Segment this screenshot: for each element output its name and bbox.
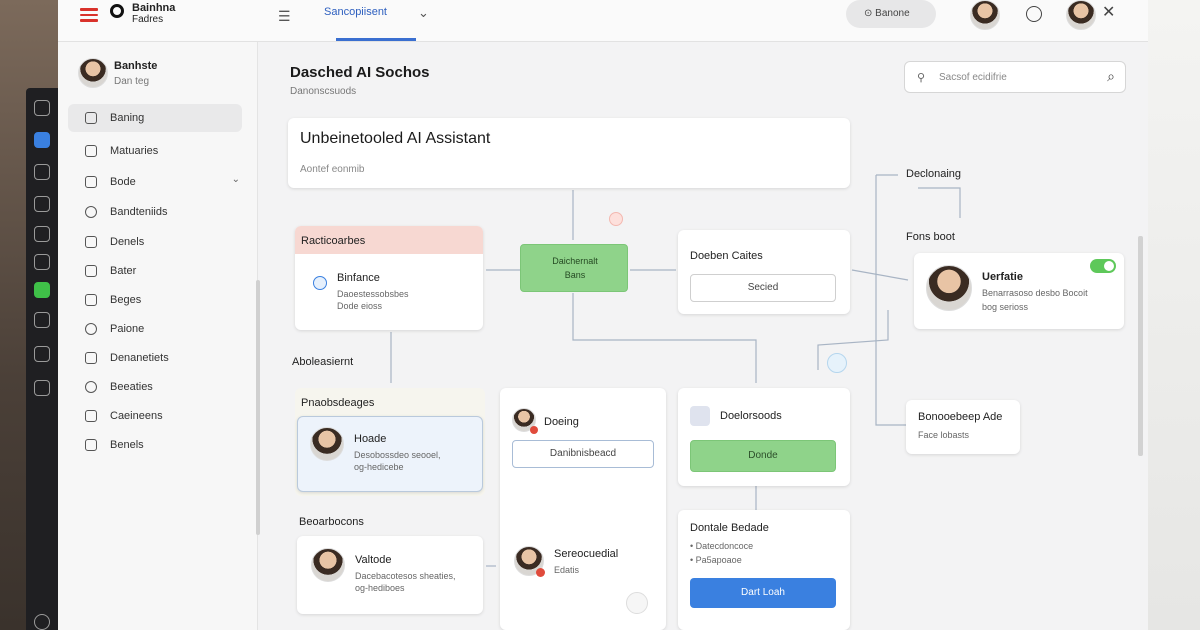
green-node-line2: Bans <box>564 270 586 280</box>
dontale-card: Dontale Bedade • Datecdoncoce • Pa5apoao… <box>678 510 850 630</box>
person-line2: bog serioss <box>982 302 1029 312</box>
hoade-card[interactable]: Hoade Desobossdeo seooel, og-hedicebe <box>297 416 483 492</box>
daboxes-title: Doeing <box>544 416 579 428</box>
dontale-bullet-1: • Datecdoncoce <box>690 541 754 551</box>
valtode-title: Valtode <box>355 554 392 566</box>
dock-chat-icon[interactable] <box>34 226 50 242</box>
seorsoodist-title: Sereocuedial <box>554 548 619 560</box>
hero-subtitle: Aontef eonmib <box>300 164 365 175</box>
person-avatar <box>926 265 972 311</box>
middle-column-card: Doeing Danibnisbeacd Sereocuedial Edatis <box>500 388 666 630</box>
dock-notes-icon[interactable] <box>34 312 50 328</box>
os-dock <box>26 88 58 630</box>
bonooebeep-title: Bonooebeep Ade <box>918 411 1003 423</box>
dock-calendar-icon[interactable] <box>34 254 50 270</box>
status-dot <box>536 568 545 577</box>
valtode-avatar <box>311 548 345 582</box>
hero-title: Unbeinetooled AI Assistant <box>300 130 491 147</box>
hoade-avatar <box>310 427 344 461</box>
section-fons-boot: Fons boot <box>906 231 955 243</box>
dontale-bullet-2: • Pa5apoaoe <box>690 555 742 565</box>
dock-files-icon[interactable] <box>34 164 50 180</box>
hoade-line2: og-hedicebe <box>354 462 404 472</box>
pnaobsdeages-heading: Pnaobsdeages <box>301 397 375 409</box>
doelorsoods-icon <box>690 406 710 426</box>
green-node-line1: Daichernalt <box>552 256 598 266</box>
toggle-knob <box>1104 261 1114 271</box>
pnaobsdeages-group: Pnaobsdeages Hoade Desobossdeo seooel, o… <box>295 388 485 496</box>
toggle-switch[interactable] <box>1090 259 1116 273</box>
person-title: Uerfatie <box>982 271 1023 283</box>
dock-music-icon[interactable] <box>34 346 50 362</box>
valtode-card[interactable]: Valtode Dacebacotesos sheaties, og-hedib… <box>297 536 483 614</box>
doelorsoods-card: Doelorsoods Donde <box>678 388 850 486</box>
hero-card: Unbeinetooled AI Assistant Aontef eonmib <box>288 118 850 188</box>
section-beoarbocons: Beoarbocons <box>299 516 364 528</box>
valtode-line2: og-hediboes <box>355 583 405 593</box>
dock-power-icon[interactable] <box>34 614 50 630</box>
background-right <box>1148 0 1200 630</box>
person-card-right[interactable]: Uerfatie Benarrasoso desbo Bocoit bog se… <box>914 253 1124 329</box>
dock-mail-icon[interactable] <box>34 196 50 212</box>
seorsoodist-line1: Edatis <box>554 565 580 575</box>
check-icon <box>313 276 327 290</box>
status-dot <box>530 426 538 434</box>
doeben-title: Doeben Caites <box>690 250 763 262</box>
green-node[interactable]: Daichernalt Bans <box>520 244 628 292</box>
person-line1: Benarrasoso desbo Bocoit <box>982 288 1088 298</box>
valtode-line1: Dacebacotesos sheaties, <box>355 571 456 581</box>
bonooebeep-card[interactable]: Bonooebeep Ade Face lobasts <box>906 400 1020 454</box>
daboxes-input[interactable]: Danibnisbeacd <box>512 440 654 468</box>
bind-card[interactable]: Racticoarbes Binfance Daoestessobsbes Do… <box>295 226 483 330</box>
refresh-icon[interactable] <box>626 592 648 614</box>
dock-clock-icon[interactable] <box>34 380 50 396</box>
hoade-line1: Desobossdeo seooel, <box>354 450 441 460</box>
alert-dot-icon[interactable] <box>609 212 623 226</box>
section-dectoning: Declonaing <box>906 168 962 180</box>
dontale-button[interactable]: Dart Loah <box>690 578 836 608</box>
main-scrollbar[interactable] <box>1138 236 1143 456</box>
doelorsoods-button[interactable]: Donde <box>690 440 836 472</box>
dock-phone-icon[interactable] <box>34 282 50 298</box>
bind-card-line2: Dode eioss <box>337 301 383 311</box>
doelorsoods-title: Doelorsoods <box>720 410 782 422</box>
doeben-card: Doeben Caites Secied <box>678 230 850 314</box>
hoade-title: Hoade <box>354 433 387 445</box>
dontale-title: Dontale Bedade <box>690 522 769 534</box>
app-window: Bainhna Fadres ☰ Sancopiisent ⌄ ⊙ Banone… <box>58 0 1148 630</box>
dock-browser-icon[interactable] <box>34 132 50 148</box>
info-circle-icon[interactable] <box>827 353 847 373</box>
section-aboleasiernt: Aboleasiernt <box>292 356 354 368</box>
bind-card-line1: Daoestessobsbes <box>337 289 409 299</box>
bind-card-title: Binfance <box>337 272 380 284</box>
bonooebeep-line1: Face lobasts <box>918 430 970 440</box>
bind-card-heading: Racticoarbes <box>301 235 366 247</box>
doeben-button[interactable]: Secied <box>690 274 836 302</box>
dock-settings-icon[interactable] <box>34 100 50 116</box>
